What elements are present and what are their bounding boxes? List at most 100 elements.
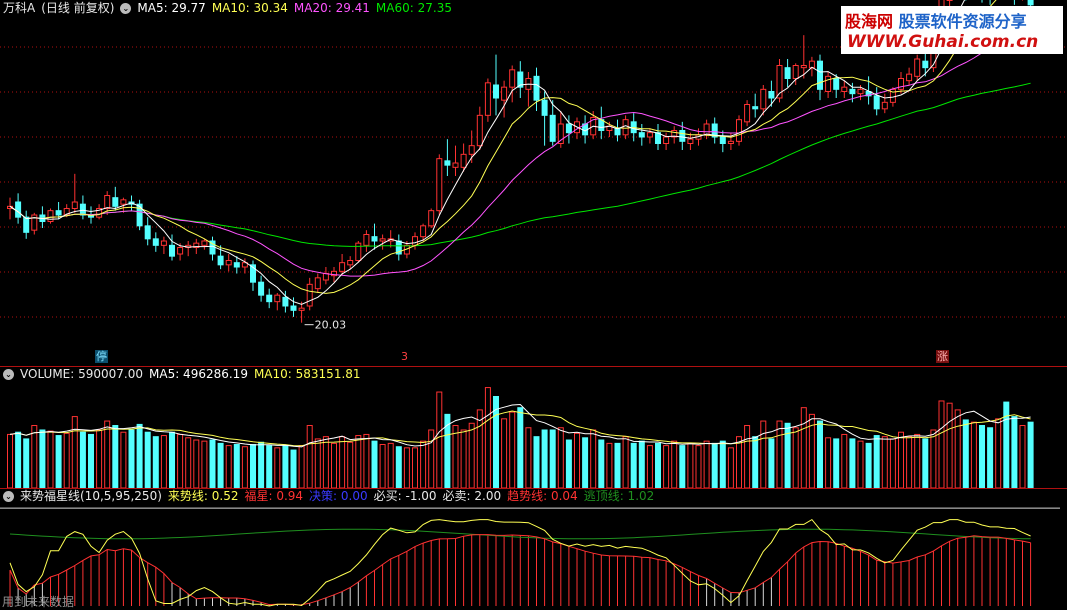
volume-bar: [574, 432, 580, 488]
volume-bar: [120, 431, 127, 488]
volume-bar: [7, 433, 13, 488]
volume-bar: [79, 431, 86, 488]
volume-bar: [250, 443, 256, 488]
volume-bar: [169, 431, 175, 488]
volume-bar: [152, 436, 159, 488]
candle: [169, 244, 175, 257]
stock-title: 万科A: [3, 1, 36, 15]
volume-bar: [201, 440, 208, 488]
volume-bar: [55, 435, 62, 488]
candle: [703, 123, 710, 136]
volume-bar: [217, 442, 224, 488]
volume-bar: [509, 411, 516, 488]
volume-bar: [987, 427, 994, 488]
indicator-panel[interactable]: ⌄ 来势福星线(10,5,95,250) 来势线: 0.52 福星: 0.94 …: [0, 488, 1067, 610]
volume-bar: [104, 420, 111, 488]
volume-bar: [460, 429, 467, 488]
taoding-readout: 逃顶线: 1.02: [583, 489, 655, 503]
candle: [752, 106, 759, 110]
volume-bar: [452, 425, 459, 488]
ma60-readout: MA60: 27.35: [375, 1, 452, 15]
candle: [687, 138, 694, 145]
settings-icon[interactable]: ⌄: [120, 2, 132, 14]
volume-bar: [47, 430, 54, 488]
volume-bar: [687, 442, 694, 488]
candle: [922, 60, 929, 69]
volume-bar: [209, 439, 216, 488]
price-panel[interactable]: 20.03 万科A (日线 前复权) ⌄ MA5: 29.77 MA10: 30…: [0, 0, 1067, 366]
volume-bar: [476, 409, 483, 488]
candle: [298, 307, 305, 311]
volume-bar: [501, 418, 508, 488]
indicator-settings-icon[interactable]: ⌄: [3, 490, 14, 502]
volume-bar: [395, 446, 402, 488]
volume-bar: [347, 441, 354, 488]
volume-bar: [744, 425, 751, 488]
volume-panel[interactable]: ⌄ VOLUME: 590007.00 MA5: 496286.19 MA10:…: [0, 366, 1067, 488]
volume-bar: [549, 429, 556, 488]
volume-bar: [889, 438, 896, 488]
candle: [71, 201, 78, 209]
candle: [136, 203, 143, 227]
candle: [541, 99, 548, 116]
volume-bar: [719, 440, 726, 488]
candle: [339, 262, 346, 272]
volume-bar: [185, 437, 192, 488]
candle: [638, 132, 645, 138]
volume-chart[interactable]: [0, 366, 1067, 488]
candle: [314, 277, 321, 290]
volume-bar: [590, 429, 597, 488]
volume-bar: [541, 429, 548, 488]
volume-bar: [177, 433, 184, 488]
candle: [501, 86, 508, 101]
volume-bar: [898, 431, 904, 488]
candle: [104, 195, 111, 209]
volume-bar: [606, 442, 613, 488]
volume-bar: [776, 420, 783, 488]
ma5-readout: MA5: 29.77: [137, 1, 206, 15]
qushi-readout: 趋势线: 0.04: [507, 489, 578, 503]
volume-readout: VOLUME: 590007.00: [20, 367, 143, 381]
candle: [160, 240, 167, 246]
volume-bar: [703, 440, 710, 488]
price-header: 万科A (日线 前复权) ⌄ MA5: 29.77 MA10: 30.34 MA…: [3, 1, 452, 15]
volume-bar: [112, 425, 119, 488]
watermark-brand: 股海网: [845, 12, 894, 31]
candle: [290, 305, 297, 311]
volume-bar: [727, 447, 734, 488]
volume-bar: [39, 429, 46, 488]
watermark-tagline: 股票软件资源分享: [898, 12, 1027, 31]
volume-bar: [136, 423, 143, 488]
volume-settings-icon[interactable]: ⌄: [3, 368, 14, 380]
candle: [760, 88, 767, 110]
candle: [857, 88, 864, 95]
candle: [355, 242, 362, 262]
volume-bar: [962, 419, 969, 488]
candle: [201, 240, 208, 246]
volume-bar: [363, 433, 370, 488]
indicator-name: 来势福星线(10,5,95,250): [20, 489, 162, 503]
candle: [420, 225, 427, 238]
candle: [744, 104, 751, 123]
candle: [266, 294, 273, 303]
volume-bar: [225, 445, 232, 488]
volume-bar: [582, 437, 589, 488]
volume-bar: [331, 442, 337, 488]
volume-bar: [1027, 421, 1034, 488]
indicator-chart[interactable]: [0, 488, 1067, 610]
candle: [412, 236, 418, 246]
bimai-readout: 必买: -1.00: [373, 489, 437, 503]
volume-bar: [241, 446, 248, 488]
volume-bar: [760, 420, 767, 488]
candle: [460, 153, 467, 168]
volume-bar: [403, 447, 410, 488]
volume-bar: [31, 425, 38, 488]
volume-bar: [979, 425, 985, 488]
volume-bar: [833, 438, 840, 488]
volume-bar: [825, 437, 832, 488]
volume-bar: [379, 443, 386, 488]
ma20-line: [9, 22, 1031, 277]
candle: [120, 199, 127, 205]
volume-ma5-readout: MA5: 496286.19: [149, 367, 248, 381]
candlestick-chart[interactable]: 20.03: [0, 0, 1067, 366]
